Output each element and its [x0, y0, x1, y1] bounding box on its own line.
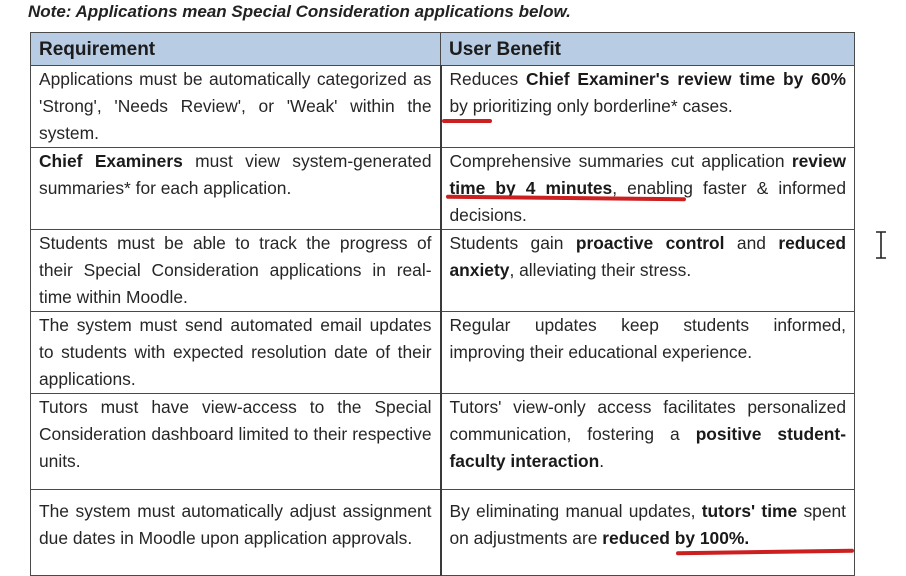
benefit-emphasis: reduced by 100%.	[602, 528, 750, 548]
benefit-cell: By eliminating manual updates, tutors' t…	[440, 489, 855, 576]
requirement-cell: Applications must be automatically categ…	[30, 65, 442, 148]
benefit-cell: Regular updates keep students informed, …	[440, 311, 855, 394]
requirement-cell: Students must be able to track the progr…	[30, 229, 442, 312]
benefit-text: Regular updates keep students informed, …	[449, 315, 847, 362]
benefit-emphasis: proactive control	[575, 233, 725, 253]
table-header-row: Requirement User Benefit	[30, 32, 855, 66]
requirement-emphasis: Chief Examiners	[39, 151, 183, 171]
table-row: The system must send automated email upd…	[30, 311, 855, 394]
benefit-cell: Comprehensive summaries cut application …	[440, 147, 855, 230]
table-row: Chief Examiners must view system-generat…	[30, 147, 855, 230]
requirements-table: Requirement User Benefit Applications mu…	[30, 32, 855, 576]
benefit-cell: Tutors' view-only access facilitates per…	[440, 393, 855, 490]
table-row: Applications must be automatically categ…	[30, 65, 855, 148]
benefit-cell: Students gain proactive control and redu…	[440, 229, 855, 312]
requirement-cell: Chief Examiners must view system-generat…	[30, 147, 442, 230]
requirement-text: Students must be able to track the progr…	[39, 233, 432, 307]
benefit-text: Reduces	[449, 69, 527, 89]
header-requirement: Requirement	[30, 32, 441, 66]
table-row: Tutors must have view-access to the Spec…	[30, 393, 855, 490]
red-underline-annotation	[442, 119, 492, 123]
requirement-cell: Tutors must have view-access to the Spec…	[30, 393, 442, 490]
table-row: The system must automatically adjust ass…	[30, 489, 855, 576]
table-note: Note: Applications mean Special Consider…	[28, 2, 571, 21]
benefit-text: By eliminating manual updates,	[449, 501, 702, 521]
requirement-cell: The system must send automated email upd…	[30, 311, 442, 394]
benefit-text: Students gain	[449, 233, 576, 253]
benefit-text: Comprehensive summaries cut application	[449, 151, 792, 171]
requirement-text: The system must automatically adjust ass…	[39, 501, 432, 548]
benefit-emphasis: Chief Examiner's review time by 60%	[526, 69, 846, 89]
benefit-cell: Reduces Chief Examiner's review time by …	[440, 65, 855, 148]
requirement-text: Applications must be automatically categ…	[39, 69, 432, 143]
requirement-text: Tutors must have view-access to the Spec…	[39, 397, 432, 471]
benefit-text: by prioritizing only borderline* cases.	[449, 96, 733, 116]
text-cursor-icon	[876, 231, 886, 259]
table-row: Students must be able to track the progr…	[30, 229, 855, 312]
benefit-text: .	[599, 451, 605, 471]
requirement-cell: The system must automatically adjust ass…	[30, 489, 442, 576]
benefit-emphasis: tutors' time	[701, 501, 798, 521]
benefit-text: , alleviating their stress.	[509, 260, 692, 280]
requirement-text: The system must send automated email upd…	[39, 315, 432, 389]
benefit-text: and	[724, 233, 779, 253]
header-user-benefit: User Benefit	[440, 32, 855, 66]
